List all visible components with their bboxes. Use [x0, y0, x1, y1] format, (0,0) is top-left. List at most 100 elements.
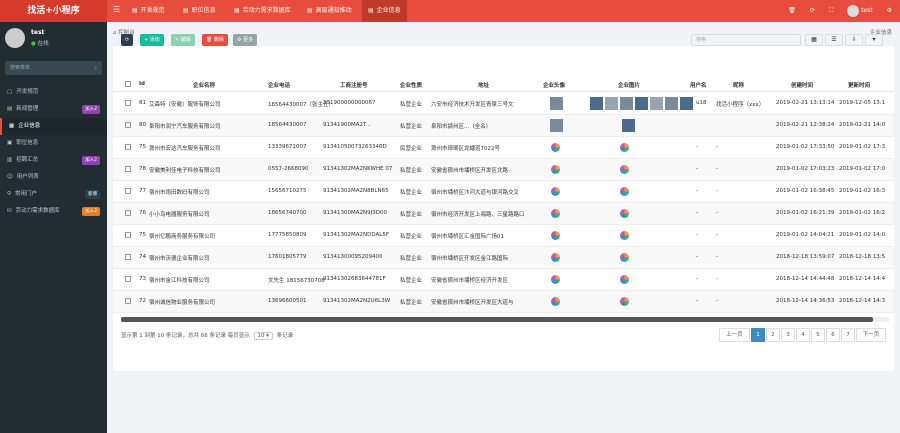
company-image[interactable]: [635, 97, 648, 110]
company-image[interactable]: [620, 97, 633, 110]
th-name[interactable]: 企业名称: [193, 81, 215, 89]
refresh-icon[interactable]: ⟳: [810, 0, 815, 22]
row-checkbox[interactable]: [125, 166, 131, 172]
company-image[interactable]: [665, 97, 678, 110]
sidebar-item-company[interactable]: ▦ 企业信息: [0, 118, 107, 135]
horizontal-scrollbar[interactable]: [121, 317, 889, 322]
th-id[interactable]: Id: [139, 81, 145, 87]
company-avatar[interactable]: [551, 297, 560, 306]
prev-page-button[interactable]: 上一页: [719, 328, 750, 342]
company-avatar[interactable]: [551, 143, 560, 152]
sidebar-search-input[interactable]: 搜索菜单 ⌕: [5, 61, 102, 75]
sidebar-item-dev[interactable]: ▢ 开发规范: [0, 84, 107, 101]
company-image[interactable]: [680, 97, 693, 110]
more-button[interactable]: ⚙ 更多: [233, 34, 258, 46]
next-page-button[interactable]: 下一页: [856, 328, 886, 342]
sidebar-item-users[interactable]: ☺ 用户列表: [0, 169, 107, 186]
table-row[interactable]: 75 宿州亿鹏商务服务有限公司 17775850809 91341302MA2NDDA…: [113, 225, 894, 247]
sidebar-item-portal[interactable]: ⚲ 常用门户 新增: [0, 186, 107, 203]
table-row[interactable]: 76 小小鸟电器服务有限公司 18656740700 91341300MA2N9J3D…: [113, 203, 894, 225]
th-nickname[interactable]: 昵称: [733, 81, 744, 89]
top-tab-jobs[interactable]: ▤ 职位信息: [177, 0, 222, 22]
table-row[interactable]: 77 宿州市雨田数码有限公司 15656710275 91341302MA2N8BLN…: [113, 181, 894, 203]
th-address[interactable]: 地址: [478, 81, 489, 89]
table-row[interactable]: 78 安徽美利佳电子科技有限公司 0557-2668090 91341302MA2NK…: [113, 159, 894, 181]
th-phone[interactable]: 企业电话: [268, 81, 290, 89]
company-avatar[interactable]: [551, 209, 560, 218]
page-button[interactable]: 3: [781, 328, 795, 342]
top-tab-company[interactable]: ▤ 企业信息: [362, 0, 407, 22]
top-tab-dev[interactable]: ▤ 开发规范: [126, 0, 171, 22]
company-image[interactable]: [620, 231, 629, 240]
table-row[interactable]: 73 宿州市金江科技有限公司 文先生 18156730708 913413026836…: [113, 269, 894, 291]
sidebar-item-jobs[interactable]: ▣ 职位信息: [0, 135, 107, 152]
row-checkbox[interactable]: [125, 298, 131, 304]
page-button[interactable]: 2: [766, 328, 780, 342]
cell-name[interactable]: 滁州市宏达汽车服务有限公司: [149, 144, 267, 152]
per-page-select[interactable]: 10 ▾: [253, 332, 274, 340]
row-checkbox[interactable]: [125, 254, 131, 260]
cell-name[interactable]: 阜阳市润宁汽车服务有限公司: [149, 122, 267, 130]
page-button[interactable]: 4: [796, 328, 810, 342]
company-image[interactable]: [590, 97, 603, 110]
fullscreen-icon[interactable]: ⛶: [829, 0, 833, 22]
search-icon[interactable]: ⌕: [94, 61, 97, 75]
company-image[interactable]: [620, 165, 629, 174]
company-image[interactable]: [620, 275, 629, 284]
company-avatar[interactable]: [551, 231, 560, 240]
company-image[interactable]: [620, 253, 629, 262]
row-checkbox[interactable]: [125, 232, 131, 238]
company-image[interactable]: [620, 209, 629, 218]
page-button[interactable]: 5: [811, 328, 825, 342]
top-tab-notice[interactable]: ▤ 高层通知推动: [301, 0, 358, 22]
select-all-checkbox[interactable]: [125, 81, 131, 87]
app-logo[interactable]: 找活+小程序: [0, 0, 107, 22]
table-row[interactable]: 74 宿州市沃德企业有限公司 17601805779 9134130009520940…: [113, 247, 894, 269]
company-image[interactable]: [605, 97, 618, 110]
company-avatar[interactable]: [551, 187, 560, 196]
th-images[interactable]: 企业图片: [618, 81, 640, 89]
company-avatar[interactable]: [551, 275, 560, 284]
scrollbar-thumb[interactable]: [121, 317, 873, 322]
cell-name[interactable]: 宿州诚信物业服务有限公司: [149, 298, 267, 306]
th-reg[interactable]: 工商注册号: [340, 81, 368, 89]
settings-icon[interactable]: ⚙: [887, 0, 892, 22]
cell-name[interactable]: 宿州市沃德企业有限公司: [149, 254, 267, 262]
page-button[interactable]: 1: [751, 328, 765, 342]
cell-name[interactable]: 安徽美利佳电子科技有限公司: [149, 166, 267, 174]
row-checkbox[interactable]: [125, 188, 131, 194]
company-image[interactable]: [620, 187, 629, 196]
company-avatar[interactable]: [551, 253, 560, 262]
top-tab-labor[interactable]: ▤ 劳动力需求数据库: [228, 0, 297, 22]
search-input[interactable]: 搜索: [691, 34, 801, 46]
row-checkbox[interactable]: [125, 144, 131, 150]
th-avatar[interactable]: 企业头像: [543, 81, 565, 89]
page-button[interactable]: 6: [826, 328, 840, 342]
export-icon[interactable]: ⇩: [845, 34, 863, 46]
table-row[interactable]: 81 艾森特（安徽）服饰有限公司 18564430007（张主任） 331900000…: [113, 93, 894, 115]
row-checkbox[interactable]: [125, 276, 131, 282]
columns-icon[interactable]: ☰: [825, 34, 843, 46]
add-button[interactable]: + 添加: [140, 34, 164, 46]
cell-name[interactable]: 宿州市雨田数码有限公司: [149, 188, 267, 196]
menu-toggle-icon[interactable]: ☰: [113, 5, 120, 14]
delete-button[interactable]: 🗑 删除: [202, 34, 228, 46]
toggle-view-icon[interactable]: ▦: [805, 34, 823, 46]
page-button[interactable]: 7: [841, 328, 855, 342]
sidebar-item-labor[interactable]: ⛁ 劳动力需求数据库 加入2: [0, 203, 107, 220]
row-checkbox[interactable]: [125, 100, 131, 106]
sidebar-item-recruit[interactable]: ▥ 招聘汇总 加入2: [0, 152, 107, 169]
th-username[interactable]: 用户名: [690, 81, 707, 89]
company-image[interactable]: [620, 143, 629, 152]
row-checkbox[interactable]: [125, 122, 131, 128]
cell-name[interactable]: 宿州市金江科技有限公司: [149, 276, 267, 284]
company-image[interactable]: [622, 119, 635, 132]
table-row[interactable]: 72 宿州诚信物业服务有限公司 13696600501 91341302MA2N2U6…: [113, 291, 894, 313]
cell-name[interactable]: 宿州亿鹏商务服务有限公司: [149, 232, 267, 240]
cell-name[interactable]: 艾森特（安徽）服饰有限公司: [149, 100, 267, 108]
table-row[interactable]: 80 阜阳市润宁汽车服务有限公司 18564430007 91341900MA2T..…: [113, 115, 894, 137]
company-avatar[interactable]: [551, 165, 560, 174]
sidebar-item-news[interactable]: ▤ 新闻管理 加入2: [0, 101, 107, 118]
th-created[interactable]: 创建时间: [791, 81, 813, 89]
filter-icon[interactable]: ▾: [865, 34, 883, 46]
